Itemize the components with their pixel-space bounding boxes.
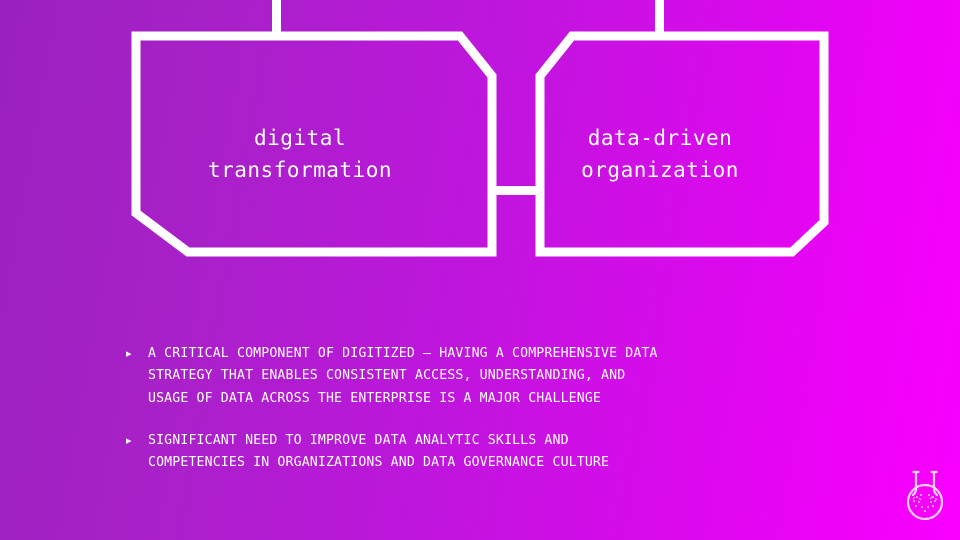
bullet-text: A CRITICAL COMPONENT OF DIGITIZED – HAVI…: [148, 346, 658, 406]
bullet-list: ▸ A CRITICAL COMPONENT OF DIGITIZED – HA…: [126, 343, 866, 494]
middle-link-bar: [492, 186, 540, 195]
bullet-arrow-icon: ▸: [126, 347, 132, 360]
bullet-text: SIGNIFICANT NEED TO IMPROVE DATA ANALYTI…: [148, 432, 610, 471]
digital-transformation-label: digital transformation: [207, 126, 392, 182]
top-stub-left: [272, 0, 281, 36]
double-neck-flask-logo: [906, 470, 944, 521]
data-driven-organization-label: data-driven organization: [581, 126, 739, 182]
list-item: ▸ A CRITICAL COMPONENT OF DIGITIZED – HA…: [126, 343, 866, 410]
slide-canvas: digital transformation data-driven organ…: [0, 0, 960, 540]
list-item: ▸ SIGNIFICANT NEED TO IMPROVE DATA ANALY…: [126, 430, 866, 475]
bullet-arrow-icon: ▸: [126, 433, 132, 447]
top-stub-right: [655, 0, 664, 36]
